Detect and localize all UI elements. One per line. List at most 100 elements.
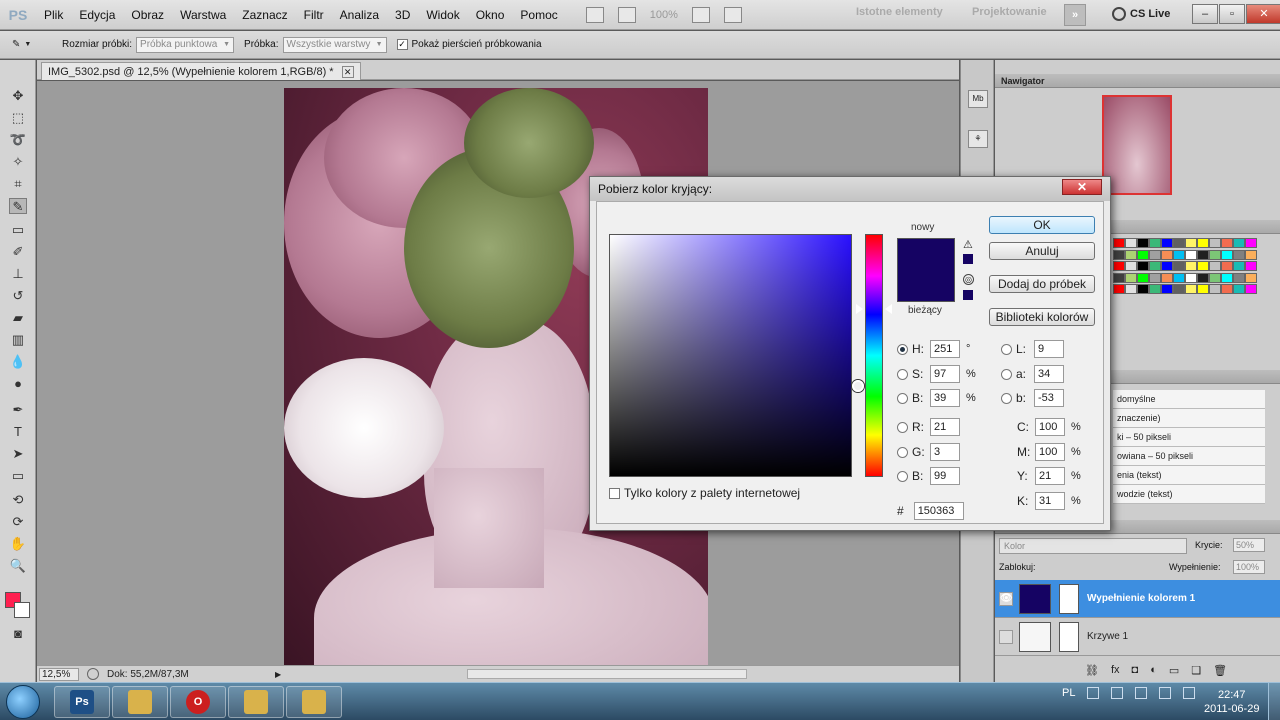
zoom-tool-icon[interactable]: 🔍 [9,558,27,574]
history-brush-icon[interactable]: ↺ [9,288,27,304]
swatch[interactable] [1161,272,1173,283]
move-tool-icon[interactable]: ✥ [9,88,27,104]
healing-brush-icon[interactable]: ▭ [9,222,27,238]
input-g[interactable]: 3 [930,443,960,461]
style-item[interactable]: owiana – 50 pikseli [1113,447,1265,466]
taskbar-opera[interactable]: O [170,686,226,718]
swatch[interactable] [1137,249,1149,260]
sample-select[interactable]: Wszystkie warstwy ▼ [282,36,387,53]
swatch[interactable] [1137,272,1149,283]
radio-h[interactable] [897,343,908,355]
swatch[interactable] [1173,238,1185,248]
screen-mode-icon[interactable] [723,6,742,23]
swatch[interactable] [1185,284,1197,295]
input-b[interactable]: 99 [930,467,960,485]
swatch[interactable] [1149,238,1161,248]
swatch[interactable] [1173,261,1185,272]
input-y[interactable]: 21 [1035,467,1065,485]
input-c[interactable]: 100 [1035,418,1065,436]
menu-file[interactable]: Plik [36,8,71,22]
menu-select[interactable]: Zaznacz [234,8,295,22]
swatch[interactable] [1161,238,1173,248]
swatch[interactable] [1113,249,1125,260]
swatch[interactable] [1197,249,1209,260]
new-layer-icon[interactable]: ❑ [1191,664,1201,677]
input-a[interactable]: 34 [1034,365,1064,383]
tool-preset-picker[interactable]: ✎ ▼ [12,34,52,56]
swatch[interactable] [1185,238,1197,248]
input-s[interactable]: 97 [930,365,960,383]
menu-edit[interactable]: Edycja [71,8,123,22]
swatch[interactable] [1245,249,1257,260]
swatch[interactable] [1233,272,1245,283]
swatch[interactable] [1161,261,1173,272]
swatch[interactable] [1125,238,1137,248]
style-item[interactable]: ki – 50 pikseli [1113,428,1265,447]
close-icon[interactable]: ✕ [341,65,354,78]
taskbar-explorer[interactable] [112,686,168,718]
input-h[interactable]: 251 [930,340,960,358]
language-indicator[interactable]: PL [1062,687,1075,699]
start-button[interactable] [6,685,40,719]
type-tool-icon[interactable]: T [9,424,27,440]
layer-mask-thumbnail[interactable] [1059,583,1079,614]
eyedropper-tool-icon[interactable]: ✎ [9,198,27,214]
swatch[interactable] [1245,238,1257,248]
menu-help[interactable]: Pomoc [512,8,565,22]
minimize-button[interactable]: – [1192,4,1218,24]
trash-icon[interactable]: 🗑 [1213,664,1227,677]
swatch[interactable] [1125,272,1137,283]
background-color-swatch[interactable] [14,602,30,618]
style-item[interactable]: wodzie (tekst) [1113,485,1265,504]
layer-row[interactable]: Krzywe 1 [995,618,1280,656]
swatch[interactable] [1197,238,1209,248]
link-layers-icon[interactable]: ⛓ [1085,664,1099,677]
swatch[interactable] [1221,261,1233,272]
brush-tool-icon[interactable]: ✐ [9,244,27,260]
color-libraries-button[interactable]: Biblioteki kolorów [989,308,1095,326]
add-to-swatches-button[interactable]: Dodaj do próbek [989,275,1095,293]
style-item[interactable]: znaczenie) [1113,409,1265,428]
swatch[interactable] [1197,261,1209,272]
minibridge-panel-icon[interactable]: Mb [968,90,988,108]
menu-image[interactable]: Obraz [123,8,172,22]
swatch[interactable] [1149,249,1161,260]
web-safe-swatch[interactable] [963,290,973,300]
show-ring-option[interactable]: ✓ Pokaż pierścień próbkowania [396,39,542,50]
swatch[interactable] [1113,272,1125,283]
workspace-more-icon[interactable]: » [1064,4,1086,26]
swatch-grid[interactable] [1113,238,1259,296]
radio-r[interactable] [897,421,908,433]
swatch[interactable] [1185,249,1197,260]
adjustment-layer-icon[interactable]: ◐ [1150,664,1157,677]
swatch[interactable] [1161,249,1173,260]
arrange-documents-icon[interactable] [691,6,710,23]
workspace-design[interactable]: Projektowanie [972,6,1047,18]
radio-l[interactable] [1001,343,1012,355]
close-button[interactable]: ✕ [1246,4,1280,24]
web-colors-option[interactable]: Tylko kolory z palety internetowej [609,486,800,500]
swatch[interactable] [1161,284,1173,295]
swatch[interactable] [1209,284,1221,295]
layer-row[interactable]: 👁 Wypełnienie kolorem 1 [995,580,1280,618]
3d-orbit-icon[interactable]: ⟳ [9,514,27,530]
input-lab-b[interactable]: -53 [1034,389,1064,407]
hue-slider-left-arrow[interactable] [856,304,863,314]
menu-window[interactable]: Okno [468,8,513,22]
swatch[interactable] [1221,272,1233,283]
radio-s[interactable] [897,368,908,380]
color-field[interactable] [609,234,864,477]
maximize-button[interactable]: ▫ [1219,4,1245,24]
sample-size-select[interactable]: Próbka punktowa ▼ [136,36,235,53]
gamut-warning-swatch[interactable] [963,254,973,264]
swatch[interactable] [1209,261,1221,272]
menu-analysis[interactable]: Analiza [332,8,387,22]
network-icon[interactable] [1087,687,1100,699]
navigator-thumbnail[interactable] [1102,95,1172,195]
menu-filter[interactable]: Filtr [296,8,332,22]
clock[interactable]: 22:47 2011-06-29 [1204,688,1259,716]
eye-icon[interactable] [999,629,1013,644]
swatch[interactable] [1233,261,1245,272]
input-r[interactable]: 21 [930,418,960,436]
swatch[interactable] [1113,261,1125,272]
